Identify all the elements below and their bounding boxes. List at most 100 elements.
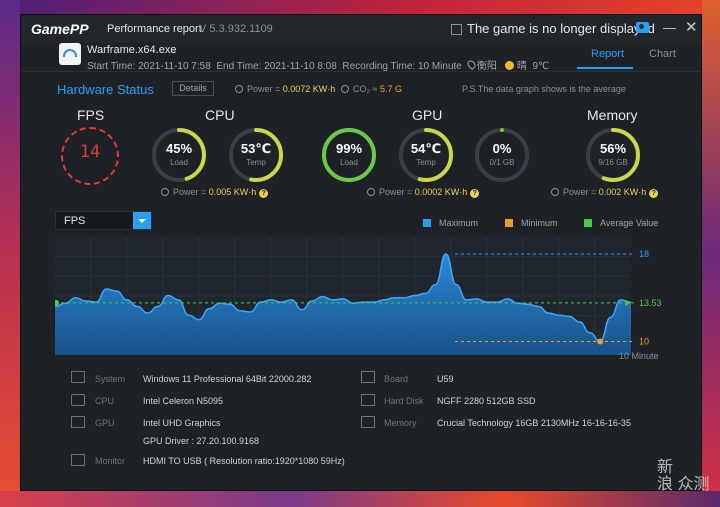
legend-max-label: Maximum bbox=[439, 218, 479, 228]
fps-value: 14 bbox=[79, 142, 101, 162]
screenshot-camera-icon[interactable] bbox=[636, 22, 649, 33]
co2-label: CO₂ ≈ bbox=[353, 84, 380, 94]
memory-icon bbox=[361, 416, 375, 428]
gpu-memory-value: 0% bbox=[492, 141, 512, 156]
monitor-icon bbox=[71, 454, 85, 466]
legend-min-label: Minimum bbox=[521, 218, 558, 228]
system-icon bbox=[71, 371, 85, 383]
minimize-icon[interactable]: — bbox=[663, 20, 676, 35]
monitor-value: HDMI TO USB ( Resolution ratio:1920*1080… bbox=[143, 456, 345, 466]
cpu-load-label: Load bbox=[170, 158, 188, 167]
memory-info-label: Memory bbox=[384, 418, 417, 428]
legend-avg-label: Average Value bbox=[600, 218, 659, 228]
gpu-info-label: GPU bbox=[95, 418, 115, 428]
legend-average: Average Value bbox=[584, 218, 658, 228]
cpu-load-gauge: 45% Load bbox=[150, 126, 208, 184]
details-button[interactable]: Details bbox=[172, 81, 214, 96]
title-bar: GamePP Performance report V 5.3.932.1109… bbox=[21, 15, 701, 43]
gamepp-window: GamePP Performance report V 5.3.932.1109… bbox=[20, 14, 709, 493]
gpu-temp-gauge: 54℃ Temp bbox=[397, 126, 455, 184]
memory-value: 56% bbox=[599, 141, 627, 156]
game-icon bbox=[59, 43, 81, 65]
not-displayed-label[interactable]: The game is no longer displayed bbox=[467, 21, 655, 36]
co2-emission: CO₂ ≈ 5.7 G bbox=[341, 84, 402, 94]
avg-value-label: 13.53 bbox=[639, 298, 662, 308]
power-icon bbox=[551, 188, 559, 196]
legend-max-swatch bbox=[423, 219, 431, 227]
gpu-load-gauge: 99% Load bbox=[320, 126, 378, 184]
power-label: Power = bbox=[247, 84, 283, 94]
chart-duration-label: 10 Minute bbox=[619, 351, 659, 361]
gpu-power-value: 0.0002 KW·h bbox=[414, 187, 468, 197]
legend-minimum: Minimum bbox=[505, 218, 558, 228]
system-value: Windows 11 Professional 64Bit 22000.282 bbox=[143, 374, 312, 384]
memory-power: Power = 0.002 KW·h? bbox=[551, 187, 659, 198]
version-label: V 5.3.932.1109 bbox=[199, 23, 273, 35]
cpu-load-value: 45% bbox=[165, 141, 193, 156]
gpu-power: Power = 0.0002 KW·h? bbox=[367, 187, 480, 198]
location-icon bbox=[465, 58, 478, 71]
legend-min-swatch bbox=[505, 219, 513, 227]
app-logo: GamePP bbox=[31, 21, 89, 37]
gpu-icon bbox=[71, 416, 85, 428]
metric-select[interactable]: FPS bbox=[55, 211, 152, 230]
help-icon[interactable]: ? bbox=[470, 189, 480, 198]
tab-report[interactable]: Report bbox=[591, 48, 624, 60]
total-power: Power = 0.0072 KW·h bbox=[235, 84, 335, 94]
window-title: Performance report bbox=[107, 23, 202, 35]
gpu-temp-label: Temp bbox=[416, 158, 436, 167]
system-label: System bbox=[95, 374, 126, 384]
power-icon bbox=[235, 85, 243, 93]
background bbox=[0, 491, 720, 507]
cpu-temp-value: 53℃ bbox=[240, 141, 272, 156]
memory-info-value: Crucial Technology 16GB 2130MHz 16-16-16… bbox=[437, 418, 631, 428]
cpu-power-label: Power = bbox=[173, 187, 209, 197]
power-icon bbox=[367, 188, 375, 196]
fps-label: FPS bbox=[77, 107, 105, 123]
legend-avg-swatch bbox=[584, 219, 592, 227]
gpu-memory-gauge: 0% 0/1 GB bbox=[473, 126, 531, 184]
background bbox=[702, 0, 720, 507]
gpu-temp-value: 54℃ bbox=[410, 141, 442, 156]
chevron-down-icon[interactable] bbox=[133, 212, 151, 229]
board-label: Board bbox=[384, 374, 409, 384]
min-marker bbox=[597, 338, 604, 345]
gpu-driver-value: GPU Driver : 27.20.100.9168 bbox=[143, 436, 260, 446]
not-displayed-checkbox[interactable] bbox=[451, 24, 462, 35]
cpu-info-value: Intel Celeron N5095 bbox=[143, 396, 224, 406]
cpu-label: CPU bbox=[205, 107, 235, 123]
min-value-label: 10 bbox=[639, 337, 649, 347]
average-note: P.S.The data graph shows is the average bbox=[462, 84, 626, 94]
watermark: 新 浪 众测 bbox=[657, 459, 710, 493]
help-icon[interactable]: ? bbox=[259, 189, 269, 198]
hard-disk-value: NGFF 2280 512GB SSD bbox=[437, 396, 536, 406]
gpu-label: GPU bbox=[412, 107, 443, 123]
memory-power-value: 0.002 KW·h bbox=[598, 187, 647, 197]
cpu-power-value: 0.005 KW·h bbox=[208, 187, 257, 197]
cpu-power: Power = 0.005 KW·h? bbox=[161, 187, 269, 198]
max-value-label: 18 bbox=[639, 249, 649, 259]
co2-value: 5.7 G bbox=[379, 84, 402, 94]
gpu-power-label: Power = bbox=[379, 187, 415, 197]
board-value: U59 bbox=[437, 374, 454, 384]
game-name: Warframe.x64.exe bbox=[87, 44, 177, 56]
sun-icon bbox=[504, 61, 514, 70]
gpu-info-value: Intel UHD Graphics bbox=[143, 418, 221, 428]
monitor-label: Monitor bbox=[95, 456, 126, 466]
board-icon bbox=[361, 371, 375, 383]
cpu-icon bbox=[71, 394, 85, 406]
memory-power-label: Power = bbox=[563, 187, 599, 197]
game-times: Start Time: 2021-11-10 7:58 End Time: 20… bbox=[87, 57, 549, 72]
hardware-status-title: Hardware Status bbox=[57, 82, 154, 97]
divider bbox=[21, 71, 701, 72]
fps-chart: 18 13.53 10 bbox=[55, 237, 662, 355]
gpu-memory-label: 0/1 GB bbox=[489, 158, 515, 167]
help-icon[interactable]: ? bbox=[649, 189, 659, 198]
power-icon bbox=[161, 188, 169, 196]
co2-icon bbox=[341, 85, 349, 93]
tab-chart[interactable]: Chart bbox=[649, 48, 676, 60]
hard-disk-label: Hard Disk bbox=[384, 396, 424, 406]
close-icon[interactable]: ✕ bbox=[685, 18, 698, 36]
legend-maximum: Maximum bbox=[423, 218, 478, 228]
tab-active-indicator bbox=[577, 67, 633, 69]
